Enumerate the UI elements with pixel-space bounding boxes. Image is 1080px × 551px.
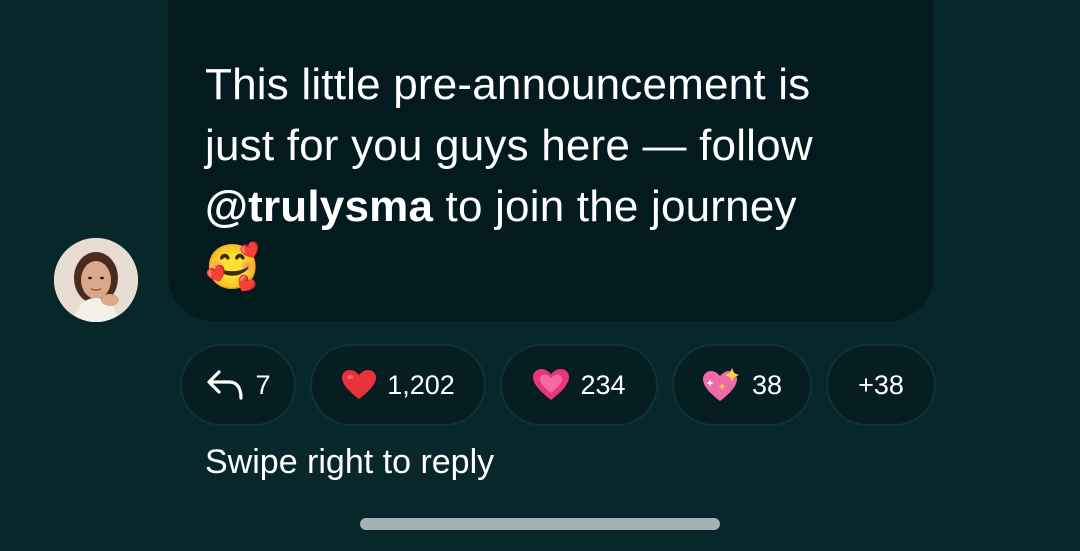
home-indicator-bar[interactable] [360,518,720,530]
sparkling-heart-icon [702,367,742,403]
more-reactions-count: +38 [858,369,904,400]
smiling-face-with-hearts-icon: 🥰 [205,242,260,293]
reply-count-button[interactable]: 7 [180,344,296,426]
more-reactions-button[interactable]: +38 [826,344,936,426]
reaction-sparkling-heart-count: 38 [751,369,783,400]
reaction-red-heart-count: 1,202 [387,369,455,400]
reaction-pink-heart-button[interactable]: 234 [500,344,658,426]
reaction-pink-heart-count: 234 [580,369,626,400]
reply-count: 7 [255,369,271,400]
avatar[interactable] [54,238,138,322]
message-text: This little pre-announcement is just for… [205,54,917,298]
message-line-3: @trulysma to join the journey [205,176,917,237]
message-line-3-rest: to join the journey [433,182,797,231]
red-heart-icon [341,369,377,401]
threads-at-glyph: @ [205,182,249,231]
message-line-4: 🥰 [205,237,917,298]
pink-heart-icon [532,368,570,402]
reaction-bar: 7 1,202 234 38 +38 [180,344,950,426]
reaction-sparkling-heart-button[interactable]: 38 [672,344,812,426]
reaction-red-heart-button[interactable]: 1,202 [310,344,486,426]
message-line-2: just for you guys here — follow [205,121,813,170]
message-line-1: This little pre-announcement is [205,60,811,109]
reply-arrow-icon [205,368,245,402]
swipe-hint: Swipe right to reply [205,443,495,481]
avatar-portrait-icon [54,238,138,322]
mention-link[interactable]: @trulysma [205,182,433,231]
mention-handle: trulysma [248,182,434,231]
